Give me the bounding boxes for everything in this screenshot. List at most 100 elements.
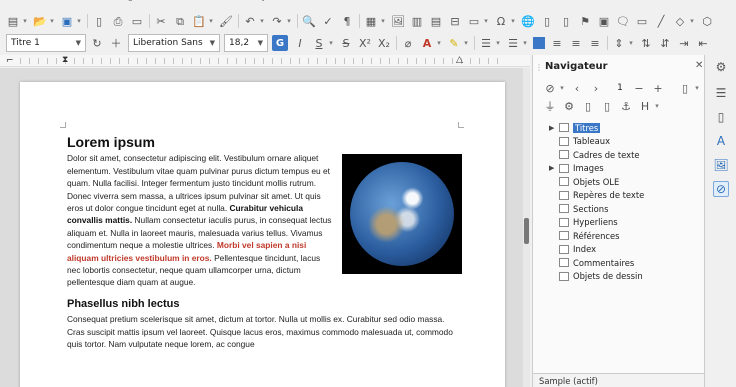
decrease-page-icon[interactable]: −	[632, 81, 646, 95]
cross-reference-icon[interactable]: ▣	[597, 14, 611, 28]
heading-lorem-ipsum[interactable]: Lorem ipsum	[67, 135, 462, 149]
menu-item[interactable]: Édition	[51, 0, 82, 6]
font-size-combo[interactable]: 18,2 ▼	[224, 34, 268, 52]
new-style-icon[interactable]: ＋	[109, 36, 123, 50]
navigator-tree[interactable]: ▶ Titres Tableaux Cadres de texte ▶ Images Obj…	[549, 121, 699, 283]
special-character-icon[interactable]: Ω	[494, 14, 508, 28]
scrollbar-thumb[interactable]	[524, 218, 529, 244]
close-icon[interactable]: ✕	[695, 60, 703, 71]
navigate-by-dropdown-icon[interactable]: ▾	[558, 81, 566, 95]
bookmark-icon[interactable]: ⚑	[578, 14, 592, 28]
highlight-icon[interactable]: ✎	[447, 36, 461, 50]
save-dropdown-icon[interactable]: ▾	[75, 14, 83, 28]
paragraph-style-combo[interactable]: Titre 1 ▼	[6, 34, 86, 52]
paragraph-2[interactable]: Consequat pretium scelerisque sit amet, …	[67, 313, 462, 350]
navigator-item[interactable]: Objets OLE	[549, 175, 699, 189]
gallery-icon[interactable]: 🖼	[713, 157, 729, 173]
filter-icon[interactable]: ⏚	[543, 99, 557, 113]
navigate-by-icon[interactable]: ⊘	[543, 81, 557, 95]
left-indent-marker-icon[interactable]: ⧗	[62, 55, 68, 65]
new-dropdown-icon[interactable]: ▾	[21, 14, 29, 28]
special-char-dropdown-icon[interactable]: ▾	[509, 14, 517, 28]
line-spacing-icon[interactable]: ⇕	[612, 36, 626, 50]
navigator-item[interactable]: Tableaux	[549, 135, 699, 149]
heading-levels-icon[interactable]: H	[638, 99, 652, 113]
expand-arrow-icon[interactable]: ▶	[549, 164, 559, 172]
increase-indent-icon[interactable]: ⇥	[677, 36, 691, 50]
font-color-icon[interactable]: A	[420, 36, 434, 50]
document-area[interactable]: Lorem ipsum Dolor sit amet, consectetur …	[0, 68, 530, 387]
menu-item[interactable]: Format	[206, 0, 238, 6]
find-replace-icon[interactable]: 🔍	[302, 14, 316, 28]
insert-field-icon[interactable]: ▭	[467, 14, 481, 28]
page-icon[interactable]: ▯	[713, 109, 729, 125]
font-name-combo[interactable]: Liberation Sans ▼	[128, 34, 220, 52]
table-dropdown-icon[interactable]: ▾	[379, 14, 387, 28]
align-right-icon[interactable]: ≡	[569, 36, 583, 50]
header-icon[interactable]: ▯	[581, 99, 595, 113]
menu-item[interactable]: Tableau	[293, 0, 328, 6]
menu-item[interactable]: Affichage	[97, 0, 139, 6]
horizontal-ruler[interactable]: ⌐ ⧗ △	[0, 55, 530, 67]
numbering-dropdown-icon[interactable]: ▾	[521, 36, 529, 50]
insert-chart-icon[interactable]: ▥	[410, 14, 424, 28]
decrease-indent-icon[interactable]: ⇤	[696, 36, 710, 50]
numbering-icon[interactable]: ☰	[506, 36, 520, 50]
comment-icon[interactable]: 🗨	[616, 14, 630, 28]
bullets-dropdown-icon[interactable]: ▾	[494, 36, 502, 50]
line-spacing-dropdown-icon[interactable]: ▾	[627, 36, 635, 50]
increase-spacing-icon[interactable]: ⇅	[639, 36, 653, 50]
drag-mode-dropdown-icon[interactable]: ▾	[693, 81, 701, 95]
undo-dropdown-icon[interactable]: ▾	[258, 14, 266, 28]
grip-icon[interactable]: ⋮	[535, 63, 543, 72]
tab-stop-icon[interactable]: ⌐	[6, 56, 14, 66]
anchor-icon[interactable]: ⚓	[619, 99, 633, 113]
paste-icon[interactable]: 📋	[192, 14, 206, 28]
underline-icon[interactable]: S	[312, 36, 326, 50]
properties-icon[interactable]: ☰	[713, 85, 729, 101]
font-color-dropdown-icon[interactable]: ▾	[435, 36, 443, 50]
hyperlink-icon[interactable]: 🌐	[521, 14, 535, 28]
undo-icon[interactable]: ↶	[243, 14, 257, 28]
print-icon[interactable]: ⎙	[111, 14, 125, 28]
page-number-field[interactable]: 1	[608, 83, 632, 93]
content-navigation-icon[interactable]: ⚙	[562, 99, 576, 113]
more-shapes-icon[interactable]: ⬡	[700, 14, 714, 28]
menu-item[interactable]: Outils	[404, 0, 430, 6]
field-dropdown-icon[interactable]: ▾	[482, 14, 490, 28]
spellcheck-icon[interactable]: ✓	[321, 14, 335, 28]
increase-page-icon[interactable]: +	[651, 81, 665, 95]
menu-item[interactable]: Styles	[252, 0, 279, 6]
document-page[interactable]: Lorem ipsum Dolor sit amet, consectetur …	[20, 82, 505, 387]
navigator-item[interactable]: Cadres de texte	[549, 148, 699, 162]
drag-mode-icon[interactable]: ▯	[678, 81, 692, 95]
justify-icon[interactable]: ≡	[588, 36, 602, 50]
insert-pagebreak-icon[interactable]: ⊟	[448, 14, 462, 28]
insert-table-icon[interactable]: ▦	[364, 14, 378, 28]
menu-item[interactable]: Fenêtre	[444, 0, 478, 6]
heading-phasellus[interactable]: Phasellus nibh lectus	[67, 298, 462, 310]
align-left-icon[interactable]	[533, 37, 545, 49]
redo-icon[interactable]: ↷	[270, 14, 284, 28]
clone-formatting-icon[interactable]: 🖌	[219, 14, 233, 28]
earth-image[interactable]	[342, 154, 462, 275]
document-content[interactable]: Lorem ipsum Dolor sit amet, consectetur …	[67, 135, 462, 351]
insert-textbox-icon[interactable]: ▤	[429, 14, 443, 28]
track-changes-icon[interactable]: ▭	[635, 14, 649, 28]
menu-item[interactable]: Fichier	[8, 0, 37, 6]
navigator-item[interactable]: Commentaires	[549, 256, 699, 270]
navigator-item[interactable]: ▶ Titres	[549, 121, 699, 135]
copy-icon[interactable]: ⧉	[173, 14, 187, 28]
save-icon[interactable]: ▣	[60, 14, 74, 28]
next-icon[interactable]: ›	[589, 81, 603, 95]
redo-dropdown-icon[interactable]: ▾	[285, 14, 293, 28]
navigator-item[interactable]: Sections	[549, 202, 699, 216]
menu-item[interactable]: Insertion	[153, 0, 193, 6]
menu-item[interactable]: Formulaire	[342, 0, 390, 6]
navigator-item[interactable]: Hyperliens	[549, 216, 699, 230]
open-folder-icon[interactable]: 📂	[33, 14, 47, 28]
footnote-icon[interactable]: ▯	[540, 14, 554, 28]
previous-icon[interactable]: ‹	[570, 81, 584, 95]
new-document-icon[interactable]: ▤	[6, 14, 20, 28]
open-dropdown-icon[interactable]: ▾	[48, 14, 56, 28]
